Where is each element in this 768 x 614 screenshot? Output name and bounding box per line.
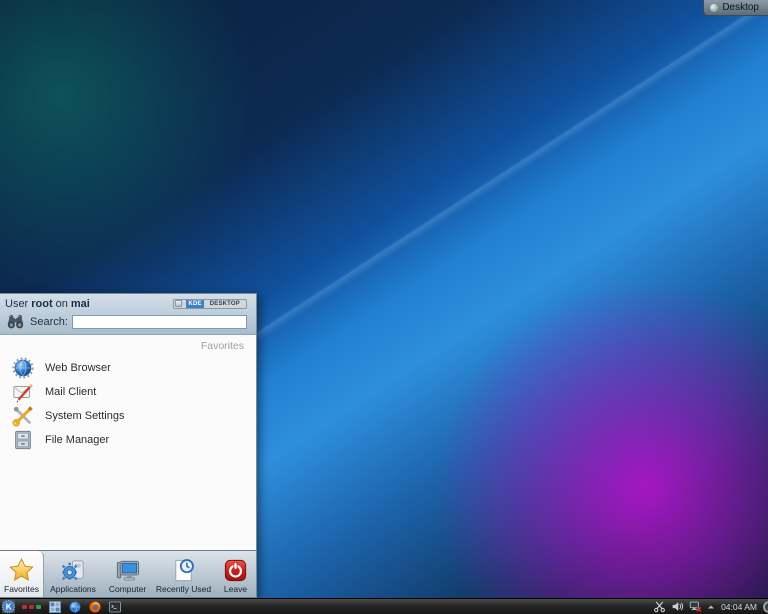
star-icon	[8, 556, 35, 584]
pager-desktop-1[interactable]	[22, 605, 27, 609]
applications-icon	[60, 556, 87, 584]
user-prefix: User	[5, 298, 28, 310]
tools-icon	[12, 405, 34, 427]
on-word: on	[56, 298, 68, 310]
menu-item-file-manager[interactable]: File Manager	[6, 428, 246, 452]
kde-menu-icon[interactable]: K	[2, 600, 15, 613]
tray-moon-icon[interactable]	[763, 601, 768, 613]
search-label: Search:	[30, 316, 68, 328]
binoculars-search-icon	[5, 312, 26, 331]
user-line: User root on mai KDE DESKTOP	[5, 296, 250, 311]
menu-item-web-browser[interactable]: Web Browser	[6, 356, 246, 380]
computer-icon	[114, 556, 141, 584]
svg-text:K: K	[6, 603, 12, 612]
tab-applications[interactable]: Applications	[44, 551, 102, 597]
clipboard-scissors-icon[interactable]	[653, 600, 666, 613]
tab-label: Favorites	[4, 584, 39, 594]
desktop-wallpaper: Desktop User root on mai KDE DESKTOP	[0, 0, 768, 614]
favorites-section-label: Favorites	[6, 340, 244, 352]
system-tray: 04:04 AM	[653, 600, 768, 613]
tab-label: Leave	[224, 584, 247, 594]
tab-favorites[interactable]: Favorites	[0, 551, 44, 597]
desktop-pager[interactable]	[22, 605, 41, 609]
grid-pager-icon[interactable]	[48, 600, 61, 613]
tab-recently-used[interactable]: Recently Used	[153, 551, 214, 597]
desktop-button-orb-icon	[710, 4, 718, 12]
kde-badge-kde: KDE	[186, 300, 203, 308]
menu-item-label: System Settings	[45, 410, 124, 422]
kickoff-tab-bar: Favorites Applications	[0, 550, 256, 597]
kickoff-menu: User root on mai KDE DESKTOP	[0, 293, 257, 598]
volume-icon[interactable]	[671, 600, 684, 613]
kde-badge-desktop: DESKTOP	[208, 300, 242, 308]
web-globe-icon[interactable]	[68, 600, 81, 613]
search-input[interactable]	[72, 315, 247, 329]
pager-desktop-2[interactable]	[29, 605, 34, 609]
menu-item-system-settings[interactable]: System Settings	[6, 404, 246, 428]
kde-desktop-badge: KDE DESKTOP	[173, 299, 247, 309]
tab-label: Computer	[109, 584, 146, 594]
username: root	[31, 298, 52, 310]
mail-icon	[12, 381, 34, 403]
firefox-icon[interactable]	[88, 600, 101, 613]
menu-item-label: Web Browser	[45, 362, 111, 374]
tab-label: Recently Used	[156, 584, 211, 594]
file-cabinet-icon	[12, 429, 34, 451]
desktop-button-label: Desktop	[722, 2, 759, 13]
kickoff-body: Favorites Web Browser	[0, 335, 256, 550]
desktop-button[interactable]: Desktop	[703, 0, 768, 16]
menu-item-label: Mail Client	[45, 386, 96, 398]
menu-item-mail-client[interactable]: Mail Client	[6, 380, 246, 404]
kde-badge-chip-icon	[175, 300, 182, 307]
power-icon	[222, 556, 249, 584]
tab-computer[interactable]: Computer	[102, 551, 153, 597]
terminal-icon[interactable]	[108, 600, 121, 613]
globe-icon	[12, 357, 34, 379]
hostname: mai	[71, 298, 90, 310]
taskbar: K	[0, 598, 768, 614]
taskbar-clock[interactable]: 04:04 AM	[720, 602, 758, 612]
tray-expand-icon[interactable]	[707, 600, 715, 613]
tab-label: Applications	[50, 584, 96, 594]
kickoff-header: User root on mai KDE DESKTOP	[0, 294, 256, 335]
tab-leave[interactable]: Leave	[214, 551, 257, 597]
search-row: Search:	[5, 312, 250, 331]
pager-desktop-3[interactable]	[36, 605, 41, 609]
network-offline-icon[interactable]	[689, 600, 702, 613]
taskbar-left: K	[2, 600, 121, 613]
recent-clock-icon	[170, 556, 197, 584]
menu-item-label: File Manager	[45, 434, 109, 446]
